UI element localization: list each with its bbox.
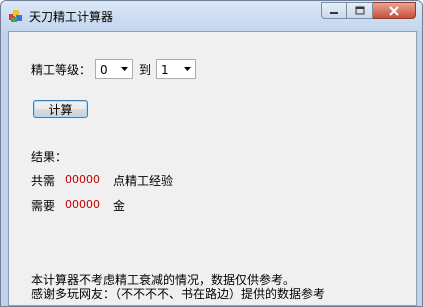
caption-buttons — [321, 2, 416, 20]
window-title: 天刀精工计算器 — [29, 10, 114, 24]
gold-prefix: 需要 — [31, 199, 56, 213]
calculate-button-label: 计算 — [48, 102, 73, 117]
to-level-select[interactable]: 1 — [156, 59, 196, 79]
from-level-value: 0 — [100, 63, 108, 77]
credits-note: 感谢多玩网友：（不不不不、书在路边）提供的数据参考 — [31, 287, 326, 301]
to-label: 到 — [139, 63, 152, 77]
client-area: 精工等级： 0 到 1 计算 结果： 共需 00000 点精工经验 需要 000… — [8, 31, 417, 306]
gold-value: 00000 — [65, 198, 100, 211]
gold-suffix: 金 — [113, 199, 126, 213]
title-bar[interactable]: 天刀精工计算器 — [1, 1, 422, 31]
app-window: 天刀精工计算器 精工等级： 0 到 1 计算 结果： 共需 00000 点精工经… — [0, 0, 423, 307]
level-label: 精工等级： — [31, 63, 92, 77]
to-level-value: 1 — [161, 63, 169, 77]
calculate-button[interactable]: 计算 — [33, 100, 88, 118]
close-icon — [389, 5, 399, 16]
maximize-button[interactable] — [347, 2, 373, 19]
results-header: 结果： — [31, 150, 68, 164]
chevron-down-icon — [184, 67, 191, 71]
exp-value: 00000 — [65, 173, 100, 186]
app-icon — [9, 9, 23, 23]
minimize-icon — [330, 11, 338, 14]
exp-prefix: 共需 — [31, 174, 56, 188]
from-level-select[interactable]: 0 — [95, 59, 133, 79]
minimize-button[interactable] — [321, 2, 347, 19]
chevron-down-icon — [121, 67, 128, 71]
close-button[interactable] — [373, 2, 416, 19]
exp-suffix: 点精工经验 — [113, 174, 174, 188]
maximize-icon — [355, 6, 364, 15]
